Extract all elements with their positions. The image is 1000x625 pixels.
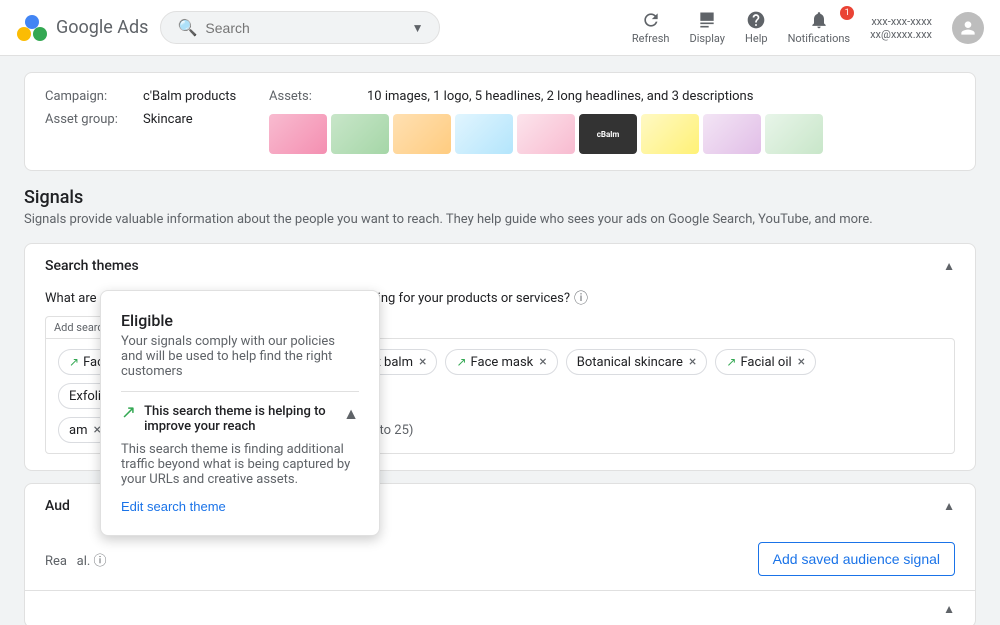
google-ads-logo-icon	[16, 12, 48, 44]
signals-description: Signals provide valuable information abo…	[24, 212, 976, 227]
google-ads-logo-text: Google Ads	[56, 17, 148, 38]
help-label: Help	[745, 32, 768, 45]
chip-arrow-icon: ↗	[726, 355, 736, 369]
chip-facial-oil[interactable]: ↗ Facial oil ×	[715, 349, 816, 375]
themes-help-icon[interactable]: ⓘ	[574, 288, 588, 308]
campaign-value: c'Balm products	[143, 89, 236, 104]
search-theme-arrow-icon: ↗	[121, 402, 136, 423]
chip-face-mask[interactable]: ↗ Face mask ×	[445, 349, 557, 375]
search-themes-title: Search themes	[45, 258, 139, 274]
notifications-label: Notifications	[788, 32, 851, 45]
asset-group-field: Asset group: Skincare	[45, 112, 245, 127]
chip-remove-icon[interactable]: ×	[689, 354, 696, 370]
logo: Google Ads	[16, 12, 148, 44]
reach-label: Rea al. ⓘ	[45, 550, 107, 569]
asset-group-value: Skincare	[143, 112, 193, 127]
tooltip-popup: Eligible Your signals comply with our po…	[100, 290, 380, 536]
asset-image-5	[517, 114, 575, 154]
campaign-field: Campaign: c'Balm products	[45, 89, 245, 104]
chip-label: Facial oil	[740, 355, 791, 370]
help-icon	[746, 10, 766, 30]
notification-badge: 1	[840, 6, 854, 20]
add-audience-button[interactable]: Add saved audience signal	[758, 542, 955, 576]
search-bar[interactable]: 🔍 ▼	[160, 11, 440, 44]
chip-label: am	[69, 423, 87, 438]
avatar[interactable]	[952, 12, 984, 44]
account-line1: xxx-xxx-xxxx	[870, 15, 932, 28]
asset-image-1	[269, 114, 327, 154]
asset-group-label: Asset group:	[45, 112, 135, 127]
asset-image-7	[641, 114, 699, 154]
audience-chevron-icon[interactable]	[943, 498, 955, 514]
notifications-button[interactable]: 1 Notifications	[788, 10, 851, 45]
campaign-label: Campaign:	[45, 89, 135, 104]
avatar-icon	[958, 18, 978, 38]
asset-image-9	[765, 114, 823, 154]
chip-remove-icon[interactable]: ×	[419, 354, 426, 370]
campaign-info: Campaign: c'Balm products Asset group: S…	[45, 89, 245, 127]
assets-images: cBalm	[269, 114, 955, 154]
asset-image-logo: cBalm	[579, 114, 637, 154]
account-line2: xx@xxxx.xxx	[870, 28, 932, 41]
chip-remove-icon[interactable]: ×	[798, 354, 805, 370]
assets-label: Assets:	[269, 89, 359, 104]
display-label: Display	[689, 32, 725, 45]
refresh-icon	[641, 10, 661, 30]
campaign-card: Campaign: c'Balm products Asset group: S…	[24, 72, 976, 171]
eligible-title: Eligible	[121, 311, 359, 330]
chip-remove-icon[interactable]: ×	[539, 354, 546, 370]
signals-title: Signals	[24, 187, 976, 208]
header: Google Ads 🔍 ▼ Refresh Display Help 1 No…	[0, 0, 1000, 56]
refresh-label: Refresh	[632, 32, 670, 45]
eligible-description: Your signals comply with our policies an…	[121, 334, 359, 379]
audience-title: Aud	[45, 498, 70, 514]
signals-header: Signals Signals provide valuable informa…	[24, 187, 976, 227]
asset-image-3	[393, 114, 451, 154]
header-actions: Refresh Display Help 1 Notifications xxx…	[632, 10, 984, 45]
chip-label: Face mask	[471, 355, 534, 370]
edit-search-theme-button[interactable]: Edit search theme	[121, 499, 226, 514]
search-theme-body: This search theme is finding additional …	[121, 442, 359, 487]
asset-image-8	[703, 114, 761, 154]
search-theme-header: ↗ This search theme is helping to improv…	[121, 404, 359, 434]
search-themes-chevron-icon[interactable]	[943, 258, 955, 274]
search-input[interactable]	[205, 20, 403, 36]
search-theme-title: ↗ This search theme is helping to improv…	[121, 404, 343, 434]
asset-image-2	[331, 114, 389, 154]
chip-arrow-icon: ↗	[456, 355, 466, 369]
search-dropdown-icon[interactable]: ▼	[412, 21, 424, 35]
audience-section: Rea al. ⓘ Add saved audience signal	[25, 528, 975, 590]
search-theme-chevron-icon[interactable]: ▲	[343, 404, 359, 424]
display-button[interactable]: Display	[689, 10, 725, 45]
notifications-icon	[809, 10, 829, 30]
audience-inner-chevron-icon[interactable]	[943, 601, 955, 617]
assets-description: 10 images, 1 logo, 5 headlines, 2 long h…	[367, 89, 753, 104]
account-info: xxx-xxx-xxxx xx@xxxx.xxx	[870, 15, 932, 41]
chip-arrow-icon: ↗	[69, 355, 79, 369]
search-theme-tooltip-section: ↗ This search theme is helping to improv…	[121, 391, 359, 515]
help-button[interactable]: Help	[745, 10, 768, 45]
chip-label: Botanical skincare	[577, 355, 683, 370]
audience-expand-row	[25, 590, 975, 625]
search-icon: 🔍	[177, 18, 197, 37]
asset-image-4	[455, 114, 513, 154]
chip-botanical-skincare[interactable]: Botanical skincare ×	[566, 349, 708, 375]
search-themes-panel-header[interactable]: Search themes	[25, 244, 975, 288]
display-icon	[697, 10, 717, 30]
assets-section: Assets: 10 images, 1 logo, 5 headlines, …	[269, 89, 955, 154]
refresh-button[interactable]: Refresh	[632, 10, 670, 45]
